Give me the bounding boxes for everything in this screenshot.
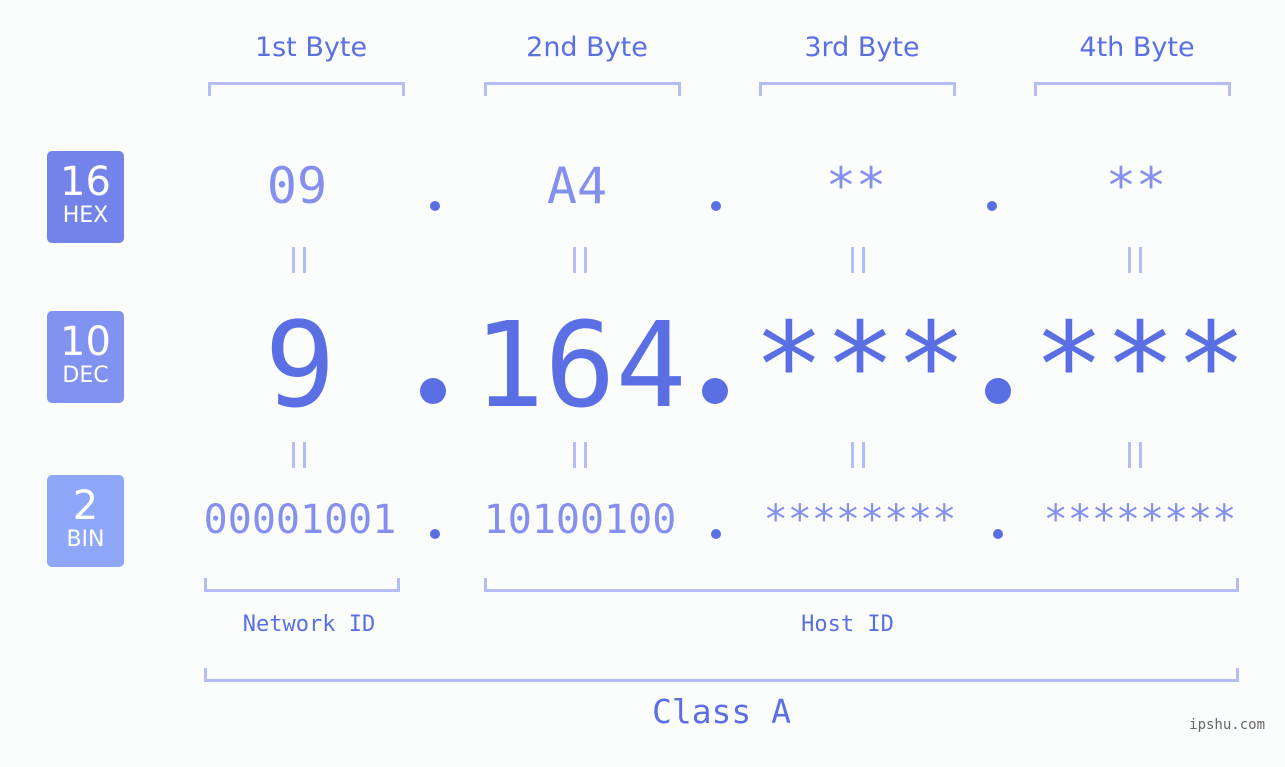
dec-byte-3: *** <box>753 296 967 434</box>
byte-header-3: 3rd Byte <box>804 32 920 63</box>
dec-byte-2: 164 <box>473 296 687 434</box>
dec-base-number: 10 <box>60 319 111 365</box>
byte-bracket-1 <box>208 82 405 96</box>
watermark: ipshu.com <box>1189 717 1265 733</box>
class-label: Class A <box>651 692 792 731</box>
equals-sign <box>292 247 306 273</box>
equals-sign <box>573 442 587 468</box>
bin-byte-3: ******** <box>763 497 957 543</box>
byte-bracket-2 <box>484 82 681 96</box>
dec-byte-4: *** <box>1033 296 1247 434</box>
dec-separator-dot <box>702 378 728 404</box>
equals-sign <box>851 247 865 273</box>
dec-separator-dot <box>985 378 1011 404</box>
dec-badge: 10 DEC <box>47 311 124 403</box>
hex-separator-dot <box>711 201 721 211</box>
equals-sign <box>851 442 865 468</box>
bin-byte-4: ******** <box>1043 497 1237 543</box>
hex-byte-1: 09 <box>266 157 328 215</box>
hex-byte-4: ** <box>1105 157 1167 215</box>
byte-header-2: 2nd Byte <box>526 32 648 63</box>
bin-separator-dot <box>430 529 440 539</box>
hex-separator-dot <box>430 201 440 211</box>
bin-badge: 2 BIN <box>47 475 124 567</box>
bin-separator-dot <box>711 529 721 539</box>
byte-bracket-4 <box>1034 82 1231 96</box>
equals-sign <box>573 247 587 273</box>
network-id-label: Network ID <box>242 612 376 637</box>
equals-sign <box>1128 442 1142 468</box>
dec-byte-1: 9 <box>264 296 336 434</box>
network-id-bracket <box>204 578 400 592</box>
byte-header-1: 1st Byte <box>254 32 368 63</box>
hex-byte-3: ** <box>825 157 887 215</box>
hex-separator-dot <box>987 201 997 211</box>
hex-badge: 16 HEX <box>47 151 124 243</box>
bin-byte-2: 10100100 <box>483 497 677 543</box>
bin-base-number: 2 <box>72 483 99 529</box>
host-id-bracket <box>484 578 1239 592</box>
byte-header-4: 4th Byte <box>1079 32 1195 63</box>
dec-separator-dot <box>420 378 446 404</box>
host-id-label: Host ID <box>801 612 894 637</box>
dec-base-label: DEC <box>62 363 109 388</box>
hex-byte-2: A4 <box>546 157 608 215</box>
bin-byte-1: 00001001 <box>203 497 397 543</box>
bin-separator-dot <box>993 529 1003 539</box>
equals-sign <box>1128 247 1142 273</box>
byte-bracket-3 <box>759 82 956 96</box>
hex-base-number: 16 <box>60 159 111 205</box>
class-bracket <box>204 668 1239 682</box>
bin-base-label: BIN <box>66 527 105 552</box>
equals-sign <box>292 442 306 468</box>
hex-base-label: HEX <box>62 203 109 228</box>
